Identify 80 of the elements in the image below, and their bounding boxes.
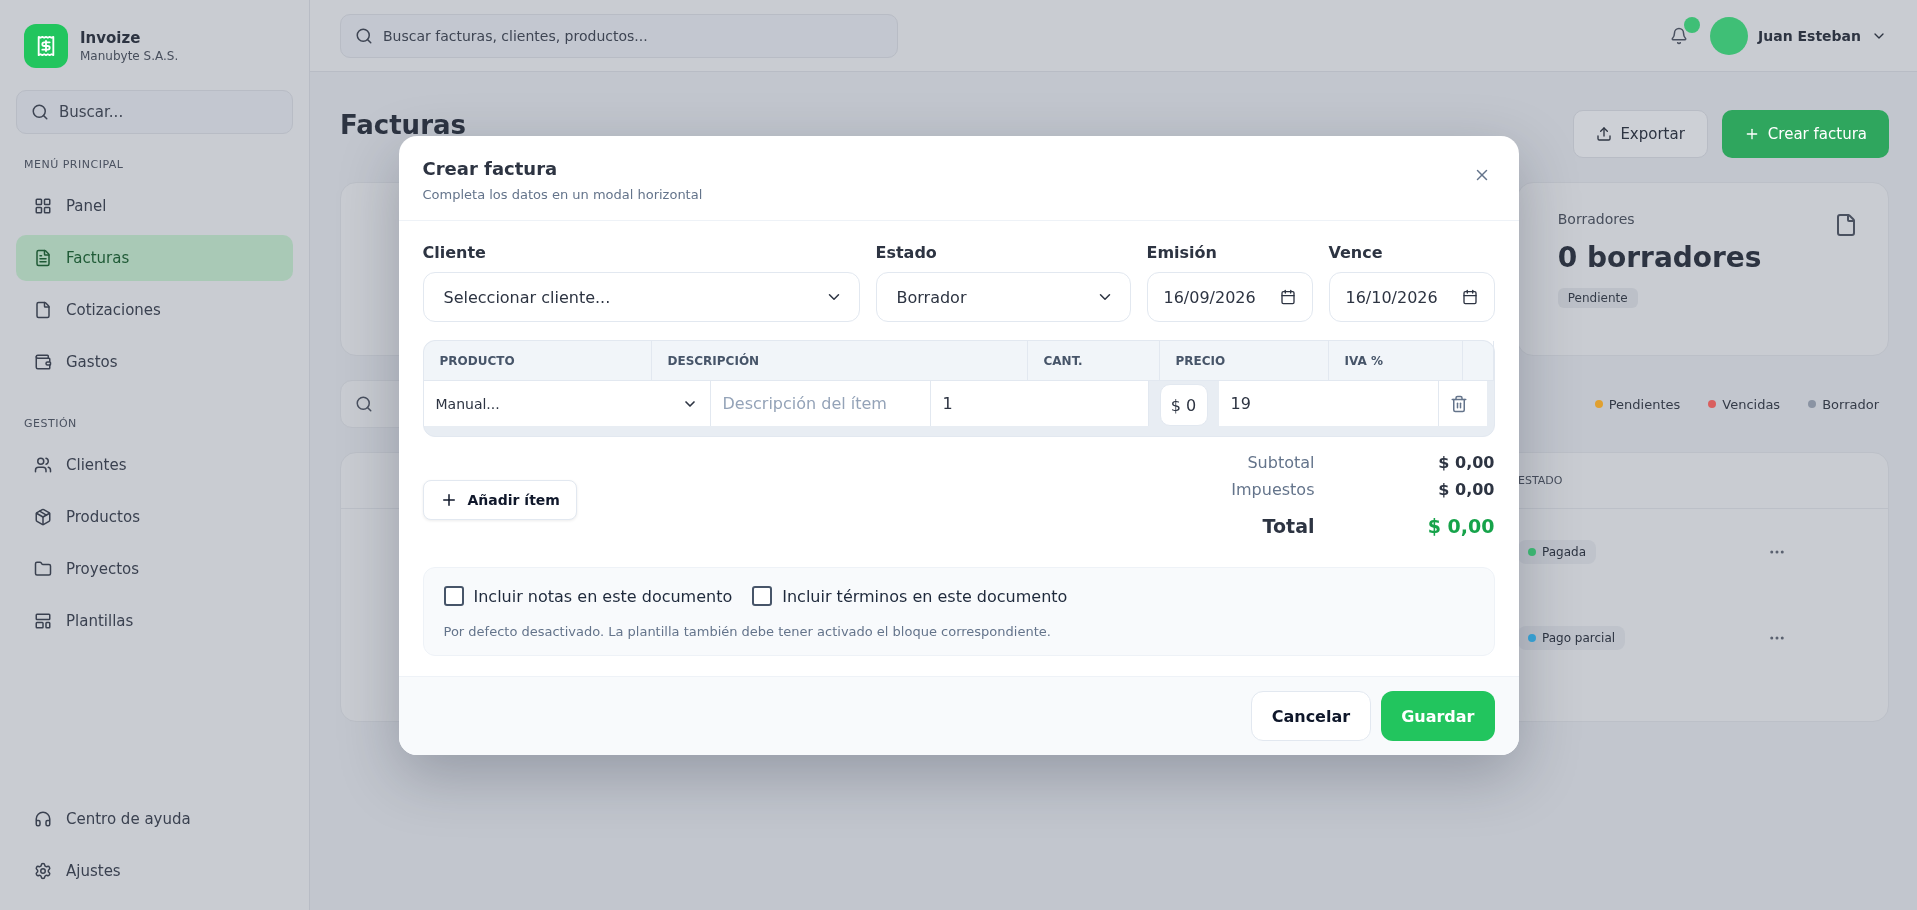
checkbox-option[interactable]: Incluir notas en este documento — [443, 586, 733, 606]
column-header: ESTADO — [1518, 474, 1564, 487]
brand-name: Invoize — [80, 29, 142, 47]
column-header: CANT. — [1027, 341, 1160, 380]
nav-item[interactable]: Facturas — [16, 235, 293, 281]
date-field[interactable]: 16/10/2026 — [1328, 272, 1495, 322]
field-label: Estado — [875, 243, 938, 262]
field-label: Emisión — [1146, 243, 1218, 262]
upload-icon — [1596, 126, 1613, 142]
column-header: PRECIO — [1159, 341, 1329, 380]
headset-icon — [34, 810, 52, 828]
total-value: $ 0,00 — [1426, 515, 1495, 537]
folder-icon — [34, 560, 52, 578]
nav-item[interactable]: Cotizaciones — [16, 287, 293, 333]
total-label: Total — [1261, 515, 1315, 537]
price-field[interactable]: $ 0 — [1159, 384, 1208, 426]
stat-value: 0 borradores — [1557, 241, 1762, 274]
date-field[interactable]: 16/09/2026 — [1146, 272, 1313, 322]
filter-label[interactable]: Vencidas — [1722, 396, 1781, 412]
nav-item[interactable]: Gastos — [16, 339, 293, 385]
status-label: Pago parcial — [1542, 631, 1616, 645]
export-button[interactable]: Exportar — [1573, 110, 1708, 158]
search-placeholder: Buscar facturas, clientes, productos... — [383, 27, 648, 44]
filter-label[interactable]: Pendientes — [1608, 396, 1681, 412]
search-field[interactable]: Buscar... — [16, 90, 293, 134]
cancel-button[interactable]: Cancelar — [1250, 691, 1372, 741]
total-value: $ 0,00 — [1437, 480, 1495, 499]
total-label: Subtotal — [1246, 453, 1315, 472]
column-header: IVA % — [1328, 341, 1463, 380]
receipt-icon — [35, 35, 57, 57]
grid-icon — [34, 197, 52, 215]
select-field[interactable]: Borrador — [875, 272, 1131, 322]
nav-item[interactable]: Centro de ayuda — [16, 796, 293, 842]
help-text: Por defecto desactivado. La plantilla también debe tener activado el bloque correspondiente. — [443, 624, 1052, 639]
company-name: Manubyte S.A.S. — [80, 49, 179, 63]
checkbox-option[interactable]: Incluir términos en este documento — [752, 586, 1068, 606]
total-label: Impuestos — [1231, 480, 1315, 499]
document-icon — [34, 249, 52, 267]
nav-item[interactable]: Proyectos — [16, 546, 293, 592]
select-field[interactable]: Seleccionar cliente... — [422, 272, 860, 322]
field-label: Vence — [1328, 243, 1384, 262]
column-header: DESCRIPCIÓN — [651, 341, 1028, 380]
nav-item[interactable]: Plantillas — [16, 598, 293, 644]
page-title: Facturas — [340, 110, 466, 140]
calendar-icon — [1279, 289, 1296, 305]
status-label: Pagada — [1542, 545, 1586, 559]
file-icon — [34, 301, 52, 319]
settings-icon — [34, 862, 52, 880]
filter-label[interactable]: Borrador — [1822, 396, 1879, 412]
column-header: PRODUCTO — [423, 341, 652, 380]
nav-item[interactable]: Productos — [16, 494, 293, 540]
calendar-icon — [1461, 289, 1478, 305]
status-pill: Pendiente — [1557, 288, 1638, 308]
section-title: GESTIÓN — [23, 416, 78, 432]
package-icon — [34, 508, 52, 526]
section-title: MENÚ PRINCIPAL — [23, 157, 125, 173]
document-icon — [1834, 213, 1858, 237]
template-icon — [34, 612, 52, 630]
search-placeholder: Buscar... — [59, 103, 124, 121]
modal-subtitle: Completa los datos en un modal horizontal — [422, 187, 703, 202]
add-item-button[interactable]: Añadir ítem — [422, 480, 577, 520]
search-field[interactable]: Buscar facturas, clientes, productos... — [340, 13, 898, 58]
search-icon — [355, 395, 373, 413]
field-label: Cliente — [422, 243, 487, 262]
total-value: $ 0,00 — [1437, 453, 1495, 472]
checkbox[interactable] — [443, 586, 464, 606]
users-icon — [34, 456, 52, 474]
notification-dot — [1684, 16, 1700, 33]
user-name[interactable]: Juan Esteban — [1758, 27, 1861, 44]
nav-item[interactable]: Panel — [16, 183, 293, 229]
checkbox[interactable] — [752, 586, 773, 606]
nav-item[interactable]: Clientes — [16, 442, 293, 488]
search-icon — [31, 103, 49, 121]
wallet-icon — [34, 353, 52, 371]
trash-icon — [1449, 394, 1468, 413]
bell-icon[interactable] — [1670, 26, 1688, 45]
modal-title: Crear factura — [422, 158, 559, 179]
nav-item[interactable]: Ajustes — [16, 848, 293, 894]
stat-label: Borradores — [1557, 211, 1635, 227]
search-icon — [355, 26, 373, 45]
